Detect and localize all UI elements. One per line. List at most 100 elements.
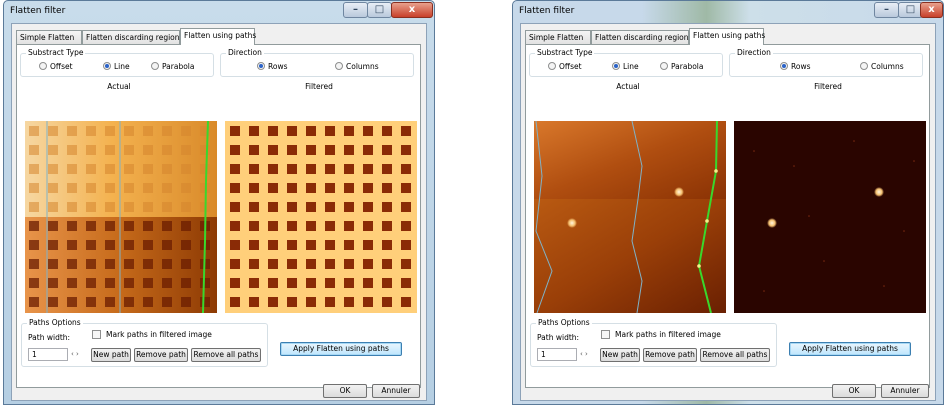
tab-flatten-using-paths[interactable]: Flatten using paths bbox=[689, 28, 765, 45]
radio-columns-label: Columns bbox=[346, 62, 379, 71]
title-bar[interactable]: Flatten filter – □ x bbox=[4, 1, 434, 21]
paths-options-group: Paths Options Path width: Mark paths in … bbox=[530, 318, 777, 367]
radio-line[interactable]: Line bbox=[103, 62, 130, 71]
apply-flatten-button[interactable]: Apply Flatten using paths bbox=[789, 342, 911, 356]
mark-paths-label: Mark paths in filtered image bbox=[615, 330, 721, 339]
radio-rows[interactable]: Rows bbox=[257, 62, 288, 71]
radio-rows-label: Rows bbox=[791, 62, 811, 71]
radio-parabola-indicator bbox=[660, 62, 668, 70]
path-width-input[interactable]: 1 bbox=[28, 348, 68, 361]
minimize-icon: – bbox=[884, 4, 889, 15]
title-bar[interactable]: Flatten filter – □ x bbox=[513, 1, 943, 21]
filtered-caption: Filtered bbox=[305, 82, 333, 91]
radio-parabola[interactable]: Parabola bbox=[660, 62, 704, 71]
mark-paths-label: Mark paths in filtered image bbox=[106, 330, 212, 339]
paths-options-group: Paths Options Path width: Mark paths in … bbox=[21, 318, 268, 367]
remove-all-paths-button[interactable]: Remove all paths bbox=[191, 348, 261, 362]
close-button[interactable]: x bbox=[920, 2, 943, 18]
cancel-button[interactable]: Annuler bbox=[881, 384, 929, 398]
close-icon: x bbox=[928, 4, 935, 15]
cancel-button[interactable]: Annuler bbox=[372, 384, 420, 398]
radio-rows-indicator bbox=[257, 62, 265, 70]
tab-simple-flatten[interactable]: Simple Flatten bbox=[525, 30, 591, 44]
substract-type-group: Substract Type Offset Line Parabola bbox=[20, 48, 214, 77]
actual-image-canvas bbox=[25, 121, 217, 313]
tab-flatten-discarding-regions[interactable]: Flatten discarding regions bbox=[591, 30, 692, 44]
ok-button[interactable]: OK bbox=[832, 384, 876, 398]
window-title: Flatten filter bbox=[519, 6, 575, 16]
path-width-spinner[interactable]: ‹ › bbox=[71, 350, 79, 358]
actual-image[interactable] bbox=[25, 121, 217, 313]
direction-label: Direction bbox=[226, 48, 264, 57]
radio-columns[interactable]: Columns bbox=[860, 62, 904, 71]
radio-offset-indicator bbox=[39, 62, 47, 70]
remove-all-paths-button[interactable]: Remove all paths bbox=[700, 348, 770, 362]
tab-flatten-using-paths[interactable]: Flatten using paths bbox=[180, 28, 256, 45]
maximize-icon: □ bbox=[374, 4, 385, 15]
radio-parabola-indicator bbox=[151, 62, 159, 70]
maximize-button[interactable]: □ bbox=[367, 2, 392, 18]
mark-paths-checkbox[interactable] bbox=[92, 330, 101, 339]
radio-offset[interactable]: Offset bbox=[39, 62, 73, 71]
radio-line-label: Line bbox=[114, 62, 130, 71]
radio-line-indicator bbox=[612, 62, 620, 70]
particle-2 bbox=[567, 218, 577, 228]
radio-offset-indicator bbox=[548, 62, 556, 70]
window-title: Flatten filter bbox=[10, 6, 66, 16]
actual-caption: Actual bbox=[616, 82, 640, 91]
radio-parabola[interactable]: Parabola bbox=[151, 62, 195, 71]
filtered-image-canvas bbox=[734, 121, 926, 313]
minimize-button[interactable]: – bbox=[874, 2, 899, 18]
tab-panel: Substract Type Offset Line Parabola Dire… bbox=[16, 44, 421, 388]
ok-button[interactable]: OK bbox=[323, 384, 367, 398]
substract-type-label: Substract Type bbox=[26, 48, 86, 57]
minimize-button[interactable]: – bbox=[343, 2, 368, 18]
dialog-client: Simple Flatten Flatten discarding region… bbox=[520, 23, 936, 401]
radio-offset-label: Offset bbox=[50, 62, 73, 71]
path-width-spinner[interactable]: ‹ › bbox=[580, 350, 588, 358]
close-button[interactable]: x bbox=[391, 2, 433, 18]
tab-flatten-discarding-regions[interactable]: Flatten discarding regions bbox=[82, 30, 183, 44]
actual-image-canvas bbox=[534, 121, 726, 313]
radio-columns-label: Columns bbox=[871, 62, 904, 71]
direction-group: Direction Rows Columns bbox=[220, 48, 414, 77]
radio-parabola-label: Parabola bbox=[671, 62, 704, 71]
radio-offset-label: Offset bbox=[559, 62, 582, 71]
radio-line-indicator bbox=[103, 62, 111, 70]
radio-rows[interactable]: Rows bbox=[780, 62, 811, 71]
filtered-image-canvas bbox=[225, 121, 417, 313]
radio-offset[interactable]: Offset bbox=[548, 62, 582, 71]
remove-path-button[interactable]: Remove path bbox=[643, 348, 697, 362]
minimize-icon: – bbox=[353, 4, 358, 15]
flatten-filter-window-afm: Flatten filter – □ x Simple Flatten Flat… bbox=[512, 0, 944, 405]
substract-type-label: Substract Type bbox=[535, 48, 595, 57]
afm-top-terrace bbox=[534, 121, 726, 199]
filtered-image[interactable] bbox=[734, 121, 926, 313]
apply-flatten-button[interactable]: Apply Flatten using paths bbox=[280, 342, 402, 356]
filtered-image[interactable] bbox=[225, 121, 417, 313]
particle-2 bbox=[767, 218, 777, 228]
tab-panel: Substract Type Offset Line Parabola Dire… bbox=[525, 44, 930, 388]
radio-parabola-label: Parabola bbox=[162, 62, 195, 71]
maximize-icon: □ bbox=[905, 4, 916, 15]
radio-rows-indicator bbox=[780, 62, 788, 70]
filtered-caption: Filtered bbox=[814, 82, 842, 91]
substract-type-group: Substract Type Offset Line Parabola bbox=[529, 48, 723, 77]
remove-path-button[interactable]: Remove path bbox=[134, 348, 188, 362]
path-width-label: Path width: bbox=[537, 333, 580, 342]
close-icon: x bbox=[408, 4, 416, 15]
mark-paths-checkbox[interactable] bbox=[601, 330, 610, 339]
dialog-client: Simple Flatten Flatten discarding region… bbox=[11, 23, 427, 401]
tab-simple-flatten[interactable]: Simple Flatten bbox=[16, 30, 82, 44]
path-width-input[interactable]: 1 bbox=[537, 348, 577, 361]
radio-line[interactable]: Line bbox=[612, 62, 639, 71]
radio-line-label: Line bbox=[623, 62, 639, 71]
actual-image[interactable] bbox=[534, 121, 726, 313]
particle-1 bbox=[674, 187, 684, 197]
new-path-button[interactable]: New path bbox=[91, 348, 131, 362]
actual-caption: Actual bbox=[107, 82, 131, 91]
new-path-button[interactable]: New path bbox=[600, 348, 640, 362]
paths-options-label: Paths Options bbox=[536, 318, 592, 327]
radio-columns[interactable]: Columns bbox=[335, 62, 379, 71]
direction-label: Direction bbox=[735, 48, 773, 57]
